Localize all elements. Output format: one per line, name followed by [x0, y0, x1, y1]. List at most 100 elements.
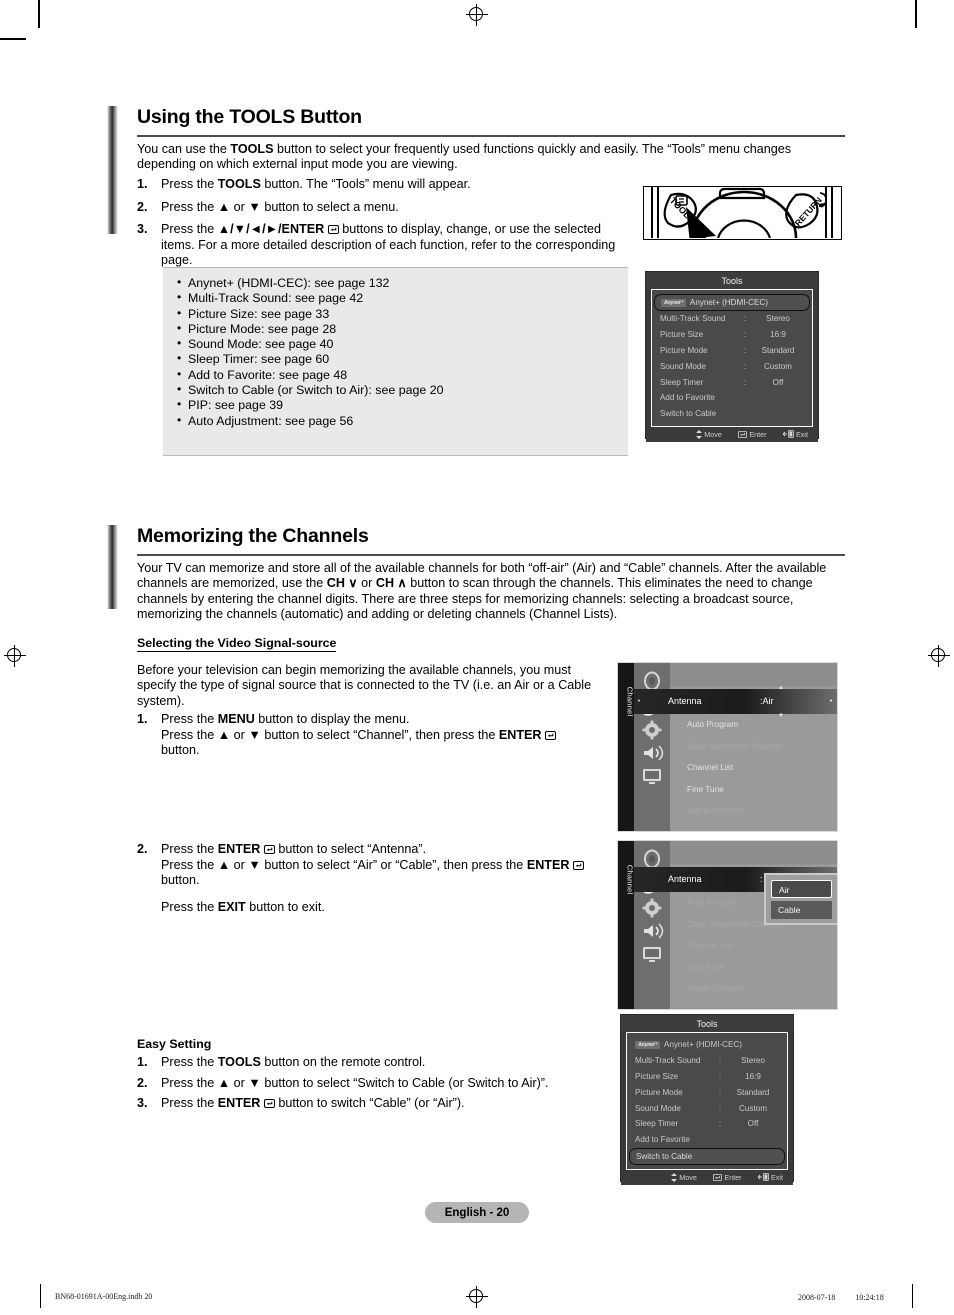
print-filename: BN68-01691A-00Eng.indb 20 — [55, 1292, 153, 1301]
tools-row-multi-track-sound[interactable]: Multi-Track Sound : Stereo — [627, 1053, 787, 1069]
enter-icon — [263, 1099, 275, 1109]
steps-tools: 1. Press the TOOLS button. The “Tools” m… — [137, 177, 637, 269]
channel-tab-strip: Channel — [618, 663, 635, 831]
tools-row-label: Picture Size — [635, 1071, 679, 1081]
menu-item-clear-scrambled-channel[interactable]: Clear Scrambled Channel — [670, 736, 837, 758]
menu-item-auto-program[interactable]: Auto Program — [670, 714, 837, 736]
step-number: 3. — [137, 222, 148, 237]
list-item: Picture Size: see page 33 — [177, 306, 616, 322]
tools-osd-bottom: Tools Anynet⁺ Anynet+ (HDMI-CEC) Multi-T… — [620, 1014, 794, 1185]
manual-page: Using the TOOLS Button You can use the T… — [0, 0, 954, 1315]
steps-easy-setting: 1. Press the TOOLS button on the remote … — [137, 1055, 617, 1112]
subsection-signal-source-heading-wrap: Selecting the Video Signal-source — [137, 634, 337, 652]
footer-enter: Enter — [737, 430, 767, 439]
step-item: 1. Press the TOOLS button. The “Tools” m… — [137, 177, 637, 193]
tools-osd-top: Tools Anynet⁺ Anynet+ (HDMI-CEC) Multi-T… — [645, 271, 819, 442]
footer-move-label: Move — [704, 429, 722, 439]
right-arrow-icon: • — [829, 698, 833, 705]
crop-mark-tl-v — [38, 0, 40, 28]
tools-row-picture-mode[interactable]: Picture Mode : Standard — [652, 343, 812, 359]
step-item: 3. Press the ▲/▼/◄/►/ENTER buttons to di… — [137, 222, 637, 269]
tools-row-colon: : — [718, 1087, 722, 1097]
crop-mark-tl-h — [0, 38, 26, 40]
tools-row-anynet[interactable]: Anynet⁺ Anynet+ (HDMI-CEC) — [627, 1037, 787, 1053]
footer-rule-right — [912, 1284, 914, 1308]
menu-item-signal-strength[interactable]: Signal Strength — [670, 800, 837, 822]
step-text: Press the ▲/▼/◄/►/ENTER buttons to displ… — [161, 222, 616, 268]
footer-exit: Exit — [757, 1173, 783, 1182]
tools-row-label: Anynet+ (HDMI-CEC) — [689, 298, 768, 307]
speaker-icon — [644, 745, 664, 761]
footer-enter-label: Enter — [724, 1172, 742, 1182]
tools-row-switch-to-cable[interactable]: Switch to Cable — [629, 1147, 785, 1165]
tools-row-colon: : — [718, 1103, 722, 1113]
tools-row-value: Standard — [736, 1087, 770, 1097]
tools-row-switch-to-cable[interactable]: Switch to Cable — [652, 406, 812, 422]
tools-row-colon: : — [743, 345, 747, 355]
step-text: Press the ▲ or ▼ button to select “Switc… — [161, 1075, 549, 1090]
bullet-dot-icon: • — [637, 698, 641, 705]
tools-row-value: Stereo — [741, 1056, 765, 1066]
print-timestamp: 2008-07-18 10:24:18 — [798, 1293, 884, 1302]
registration-mark-top — [466, 4, 488, 26]
step-number: 1. — [137, 1055, 148, 1069]
tools-row-label: Picture Size — [660, 330, 704, 340]
antenna-dropdown[interactable]: Air Cable — [764, 873, 837, 925]
tools-osd-list: Anynet⁺ Anynet+ (HDMI-CEC) Multi-Track S… — [626, 1032, 788, 1170]
menu-item-antenna-selected[interactable]: • Antenna :Air • — [634, 689, 837, 714]
footer-rule-left — [40, 1284, 42, 1308]
tools-row-add-to-favorite[interactable]: Add to Favorite — [627, 1132, 787, 1148]
tools-row-picture-mode[interactable]: Picture Mode : Standard — [627, 1084, 787, 1100]
step-text: Press the ENTER button to select “Antenn… — [161, 842, 615, 915]
title-underline — [137, 554, 845, 556]
registration-mark-bottom — [466, 1286, 488, 1308]
tools-row-label: Switch to Cable — [660, 409, 717, 419]
tools-row-add-to-favorite[interactable]: Add to Favorite — [652, 390, 812, 406]
footer-move-label: Move — [679, 1172, 697, 1182]
menu-item-signal-strength[interactable]: Signal Strength — [670, 978, 837, 1000]
tools-row-label: Anynet+ (HDMI-CEC) — [663, 1040, 742, 1050]
enter-icon — [545, 730, 557, 740]
registration-mark-left — [4, 645, 26, 667]
tools-row-value: Standard — [761, 345, 795, 355]
tools-row-label: Switch to Cable — [636, 1151, 693, 1161]
footer-enter: Enter — [712, 1172, 742, 1182]
tools-row-value: Off — [747, 1119, 759, 1129]
tools-row-sound-mode[interactable]: Sound Mode : Custom — [652, 358, 812, 374]
steps-signal-source-1: 1. Press the MENU button to display the … — [137, 712, 615, 759]
easy-setting-heading-wrap: Easy Setting — [137, 1035, 211, 1053]
channel-osd-1: Channel Auto Program Clear Scrambled Cha… — [617, 662, 838, 832]
tools-row-label: Sound Mode — [635, 1103, 681, 1113]
tools-row-value: Off — [772, 377, 784, 387]
step-text: Press the TOOLS button. The “Tools” menu… — [161, 177, 471, 191]
tools-row-sound-mode[interactable]: Sound Mode : Custom — [627, 1100, 787, 1116]
tools-row-anynet[interactable]: Anynet⁺ Anynet+ (HDMI-CEC) — [654, 294, 810, 311]
dropdown-option-cable[interactable]: Cable — [771, 901, 832, 919]
dropdown-option-air[interactable]: Air — [771, 880, 832, 898]
tools-osd-list: Anynet⁺ Anynet+ (HDMI-CEC) Multi-Track S… — [651, 289, 813, 427]
menu-item-channel-list[interactable]: Channel List — [670, 757, 837, 779]
page-title: Using the TOOLS Button — [137, 106, 362, 128]
tools-row-sleep-timer[interactable]: Sleep Timer : Off — [652, 374, 812, 390]
setup-icon — [639, 898, 665, 918]
menu-spacer — [670, 663, 837, 689]
tools-row-label: Picture Mode — [660, 345, 708, 355]
sound-icon — [639, 743, 665, 763]
screen-icon — [643, 947, 661, 962]
page-number-badge: English - 20 — [425, 1202, 529, 1223]
tools-row-picture-size[interactable]: Picture Size : 16:9 — [627, 1069, 787, 1085]
menu-item-fine-tune[interactable]: Fine Tune — [670, 779, 837, 801]
input-icon — [639, 671, 665, 691]
menu-item-channel-list[interactable]: Channel List — [670, 935, 837, 957]
channel-tab-strip: Channel — [618, 841, 635, 1009]
tools-row-label: Multi-Track Sound — [635, 1056, 701, 1066]
enter-icon — [737, 430, 747, 438]
tools-row-multi-track-sound[interactable]: Multi-Track Sound : Stereo — [652, 311, 812, 327]
tools-row-label: Sleep Timer — [635, 1119, 679, 1129]
tools-row-label: Multi-Track Sound — [660, 314, 726, 324]
tools-row-picture-size[interactable]: Picture Size : 16:9 — [652, 327, 812, 343]
menu-item-fine-tune[interactable]: Fine Tune — [670, 957, 837, 979]
tools-row-sleep-timer[interactable]: Sleep Timer : Off — [627, 1116, 787, 1132]
tools-row-colon: : — [718, 1071, 722, 1081]
channel-osd-2: Channel Auto Program Clear Scrambled Cha… — [617, 840, 838, 1010]
